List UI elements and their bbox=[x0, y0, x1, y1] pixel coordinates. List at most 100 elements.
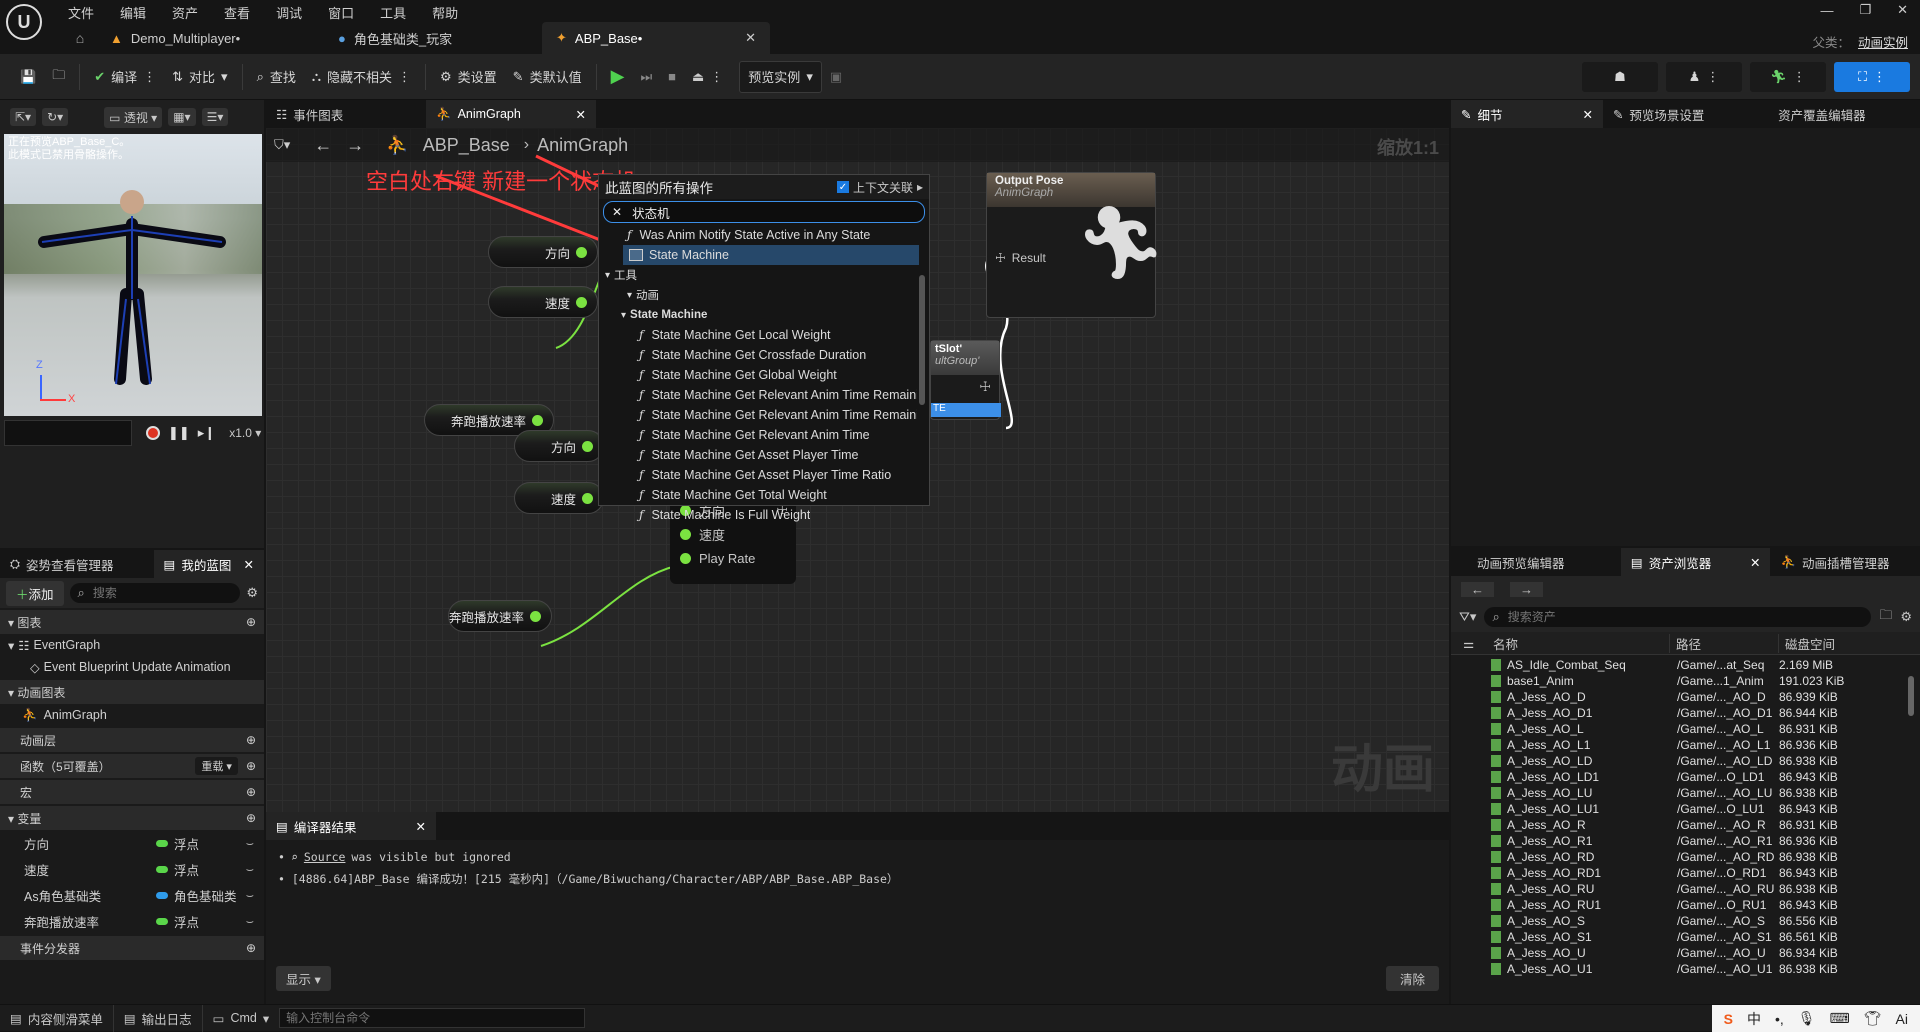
context-sensitive-toggle[interactable]: ✓ 上下文关联 ▸ bbox=[836, 179, 923, 196]
source-link[interactable]: Source bbox=[304, 846, 346, 868]
gear-icon[interactable]: ⚙ bbox=[1900, 609, 1912, 625]
perspective-dropdown[interactable]: ▭ 透视 ▾ bbox=[104, 106, 163, 128]
playback-speed-dropdown[interactable]: x1.0 ▾ bbox=[229, 426, 261, 440]
variable-type[interactable]: 浮点 bbox=[174, 834, 246, 853]
tree-event-update[interactable]: ◇ Event Blueprint Update Animation bbox=[0, 656, 264, 678]
skeleton-mode-button[interactable]: ☗ bbox=[1582, 62, 1658, 92]
more-icon[interactable]: ⋮ bbox=[1873, 69, 1886, 85]
override-dropdown[interactable]: 重载 ▾ bbox=[195, 757, 238, 775]
section-anim-layers[interactable]: 动画层 ⊕ bbox=[0, 728, 264, 752]
browse-button[interactable]: 🗀 bbox=[44, 62, 73, 92]
compile-button[interactable]: ✔ 编译 ⋮ bbox=[86, 62, 164, 92]
viewport-scene[interactable]: 正在预览ABP_Base_C。 此模式已禁用骨骼操作。 Z X bbox=[4, 134, 262, 416]
asset-row[interactable]: A_Jess_AO_R/Game/..._AO_R 86.931 KiB bbox=[1451, 817, 1920, 833]
restore-icon[interactable]: ❐ bbox=[1859, 2, 1871, 18]
more-icon[interactable]: ⋮ bbox=[1706, 69, 1719, 85]
section-dispatchers[interactable]: 事件分发器 ⊕ bbox=[0, 936, 264, 960]
asset-row[interactable]: A_Jess_AO_RU/Game/..._AO_RU 86.938 KiB bbox=[1451, 881, 1920, 897]
output-log-button[interactable]: ▤ 输出日志 bbox=[114, 1004, 203, 1032]
variable-row[interactable]: 速度 浮点 ⌣ bbox=[0, 856, 264, 882]
node-speed-2[interactable]: 速度 bbox=[514, 482, 604, 514]
replication-icon[interactable]: ⌣ bbox=[246, 888, 254, 903]
add-button[interactable]: ＋添加 bbox=[6, 580, 64, 606]
tab-event-graph[interactable]: ☷ 事件图表 bbox=[266, 100, 426, 128]
add-circle-icon[interactable]: ⊕ bbox=[246, 759, 256, 773]
more-icon[interactable]: ⋮ bbox=[398, 69, 411, 85]
section-variables[interactable]: ▾ 变量 ⊕ bbox=[0, 806, 264, 830]
node-speed[interactable]: 速度 bbox=[488, 286, 598, 318]
section-graphs[interactable]: ▾ 图表 ⊕ bbox=[0, 610, 264, 634]
search-box[interactable]: ⌕ bbox=[69, 583, 241, 603]
context-menu-item[interactable]: ▾ 工具 bbox=[599, 265, 917, 285]
close-icon[interactable]: ✕ bbox=[416, 819, 426, 834]
context-menu-item[interactable]: ƒ State Machine Get Global Weight bbox=[599, 365, 917, 385]
asset-row[interactable]: AS_Idle_Combat_Seq/Game/...at_Seq 2.169 M… bbox=[1451, 657, 1920, 673]
class-settings-button[interactable]: ⚙ 类设置 bbox=[432, 62, 505, 92]
menu-item[interactable]: 查看 bbox=[224, 3, 250, 22]
ime-mode[interactable]: 中 bbox=[1747, 1009, 1761, 1029]
variable-row[interactable]: As角色基础类 角色基础类 ⌣ bbox=[0, 882, 264, 908]
skin-icon[interactable]: 👕︎ bbox=[1864, 1010, 1882, 1027]
context-menu-item[interactable]: ƒ State Machine Is Full Weight bbox=[599, 505, 917, 525]
tab-details[interactable]: ✎ 细节 ✕ bbox=[1451, 100, 1603, 128]
stop-button[interactable]: ■ bbox=[660, 62, 684, 92]
diff-button[interactable]: ⇅ 对比 ▾ bbox=[164, 62, 235, 92]
timeline-scrubber[interactable] bbox=[4, 420, 132, 446]
asset-row[interactable]: A_Jess_AO_RD1/Game/...O_RD1 86.943 KiB bbox=[1451, 865, 1920, 881]
node-direction-2[interactable]: 方向 bbox=[514, 430, 604, 462]
asset-row[interactable]: A_Jess_AO_S1/Game/..._AO_S1 86.561 KiB bbox=[1451, 929, 1920, 945]
variable-type[interactable]: 浮点 bbox=[174, 860, 246, 879]
variable-type[interactable]: 浮点 bbox=[174, 912, 246, 931]
pause-icon[interactable]: ❚❚ bbox=[168, 425, 190, 441]
forward-arrow-icon[interactable]: → bbox=[1510, 581, 1543, 597]
node-direction[interactable]: 方向 bbox=[488, 236, 598, 268]
section-macros[interactable]: 宏 ⊕ bbox=[0, 780, 264, 804]
asset-row[interactable]: A_Jess_AO_U1/Game/..._AO_U1 86.938 KiB bbox=[1451, 961, 1920, 977]
replication-icon[interactable]: ⌣ bbox=[246, 836, 254, 851]
context-menu-item[interactable]: ƒ State Machine Get Relevant Anim Time Re… bbox=[599, 385, 917, 405]
asset-row[interactable]: A_Jess_AO_RD/Game/..._AO_RD 86.938 KiB bbox=[1451, 849, 1920, 865]
step-button[interactable]: ⏭ bbox=[632, 62, 660, 92]
context-menu-item[interactable]: ƒ State Machine Get Crossfade Duration bbox=[599, 345, 917, 365]
column-path[interactable]: 路径 bbox=[1669, 633, 1778, 653]
tab-demo-multiplayer[interactable]: ▲ Demo_Multiplayer• bbox=[96, 22, 324, 54]
menu-item[interactable]: 窗口 bbox=[328, 3, 354, 22]
hide-unrelated-button[interactable]: ⛬ 隐藏不相关 ⋮ bbox=[304, 62, 419, 92]
content-drawer-button[interactable]: ▤ 内容侧滑菜单 bbox=[0, 1004, 114, 1032]
add-circle-icon[interactable]: ⊕ bbox=[246, 785, 256, 799]
asset-row[interactable]: A_Jess_AO_S/Game/..._AO_S 86.556 KiB bbox=[1451, 913, 1920, 929]
context-menu-item[interactable]: ▾ 动画 bbox=[599, 285, 917, 305]
context-menu-item[interactable]: ƒ State Machine Get Asset Player Time Rat… bbox=[599, 465, 917, 485]
view-mode-icon[interactable]: ▦▾ bbox=[168, 108, 196, 126]
select-mode-icon[interactable]: ⇱▾ bbox=[10, 108, 37, 126]
asset-row[interactable]: A_Jess_AO_L1/Game/..._AO_L1 86.936 KiB bbox=[1451, 737, 1920, 753]
asset-search-input[interactable] bbox=[1505, 609, 1710, 625]
keyboard-icon[interactable]: ⌨ bbox=[1830, 1010, 1850, 1027]
context-menu-item[interactable]: ƒ State Machine Get Local Weight bbox=[599, 325, 917, 345]
hamburger-icon[interactable]: ☰▾ bbox=[201, 108, 229, 126]
debug-filter-button[interactable]: ▣ bbox=[822, 62, 850, 92]
play-button[interactable]: ▶ bbox=[603, 62, 633, 92]
home-icon[interactable]: ⌂ bbox=[64, 30, 96, 46]
variable-row[interactable]: 方向 浮点 ⌣ bbox=[0, 830, 264, 856]
menu-item[interactable]: 文件 bbox=[68, 3, 94, 22]
add-circle-icon[interactable]: ⊕ bbox=[246, 811, 256, 825]
asset-row[interactable]: A_Jess_AO_LD/Game/..._AO_LD 86.938 KiB bbox=[1451, 753, 1920, 769]
slot-node[interactable]: tSlot' ultGroup' ☩ TE bbox=[930, 340, 1001, 420]
asset-row[interactable]: A_Jess_AO_D/Game/..._AO_D 86.939 KiB bbox=[1451, 689, 1920, 705]
menu-item[interactable]: 帮助 bbox=[432, 3, 458, 22]
ime-logo-icon[interactable]: S bbox=[1724, 1011, 1733, 1027]
tab-preview-scene[interactable]: ✎ 预览场景设置 bbox=[1603, 100, 1768, 128]
eject-button[interactable]: ⏏ ⋮ bbox=[684, 62, 731, 92]
asset-row[interactable]: A_Jess_AO_R1/Game/..._AO_R1 86.936 KiB bbox=[1451, 833, 1920, 849]
result-pin[interactable]: ☩ Result bbox=[995, 251, 1046, 265]
context-menu-item[interactable]: ƒ State Machine Get Asset Player Time bbox=[599, 445, 917, 465]
preview-instance-dropdown[interactable]: 预览实例 ▾ bbox=[739, 60, 822, 93]
search-input[interactable] bbox=[90, 585, 215, 601]
close-icon[interactable]: ✕ bbox=[576, 107, 586, 122]
close-icon[interactable]: ✕ bbox=[1750, 555, 1760, 570]
minimize-icon[interactable]: — bbox=[1820, 3, 1833, 18]
variable-row[interactable]: 奔跑播放速率 浮点 ⌣ bbox=[0, 908, 264, 934]
tab-anim-graph[interactable]: ⛹ AnimGraph ✕ bbox=[426, 100, 596, 128]
menu-item[interactable]: 工具 bbox=[380, 3, 406, 22]
